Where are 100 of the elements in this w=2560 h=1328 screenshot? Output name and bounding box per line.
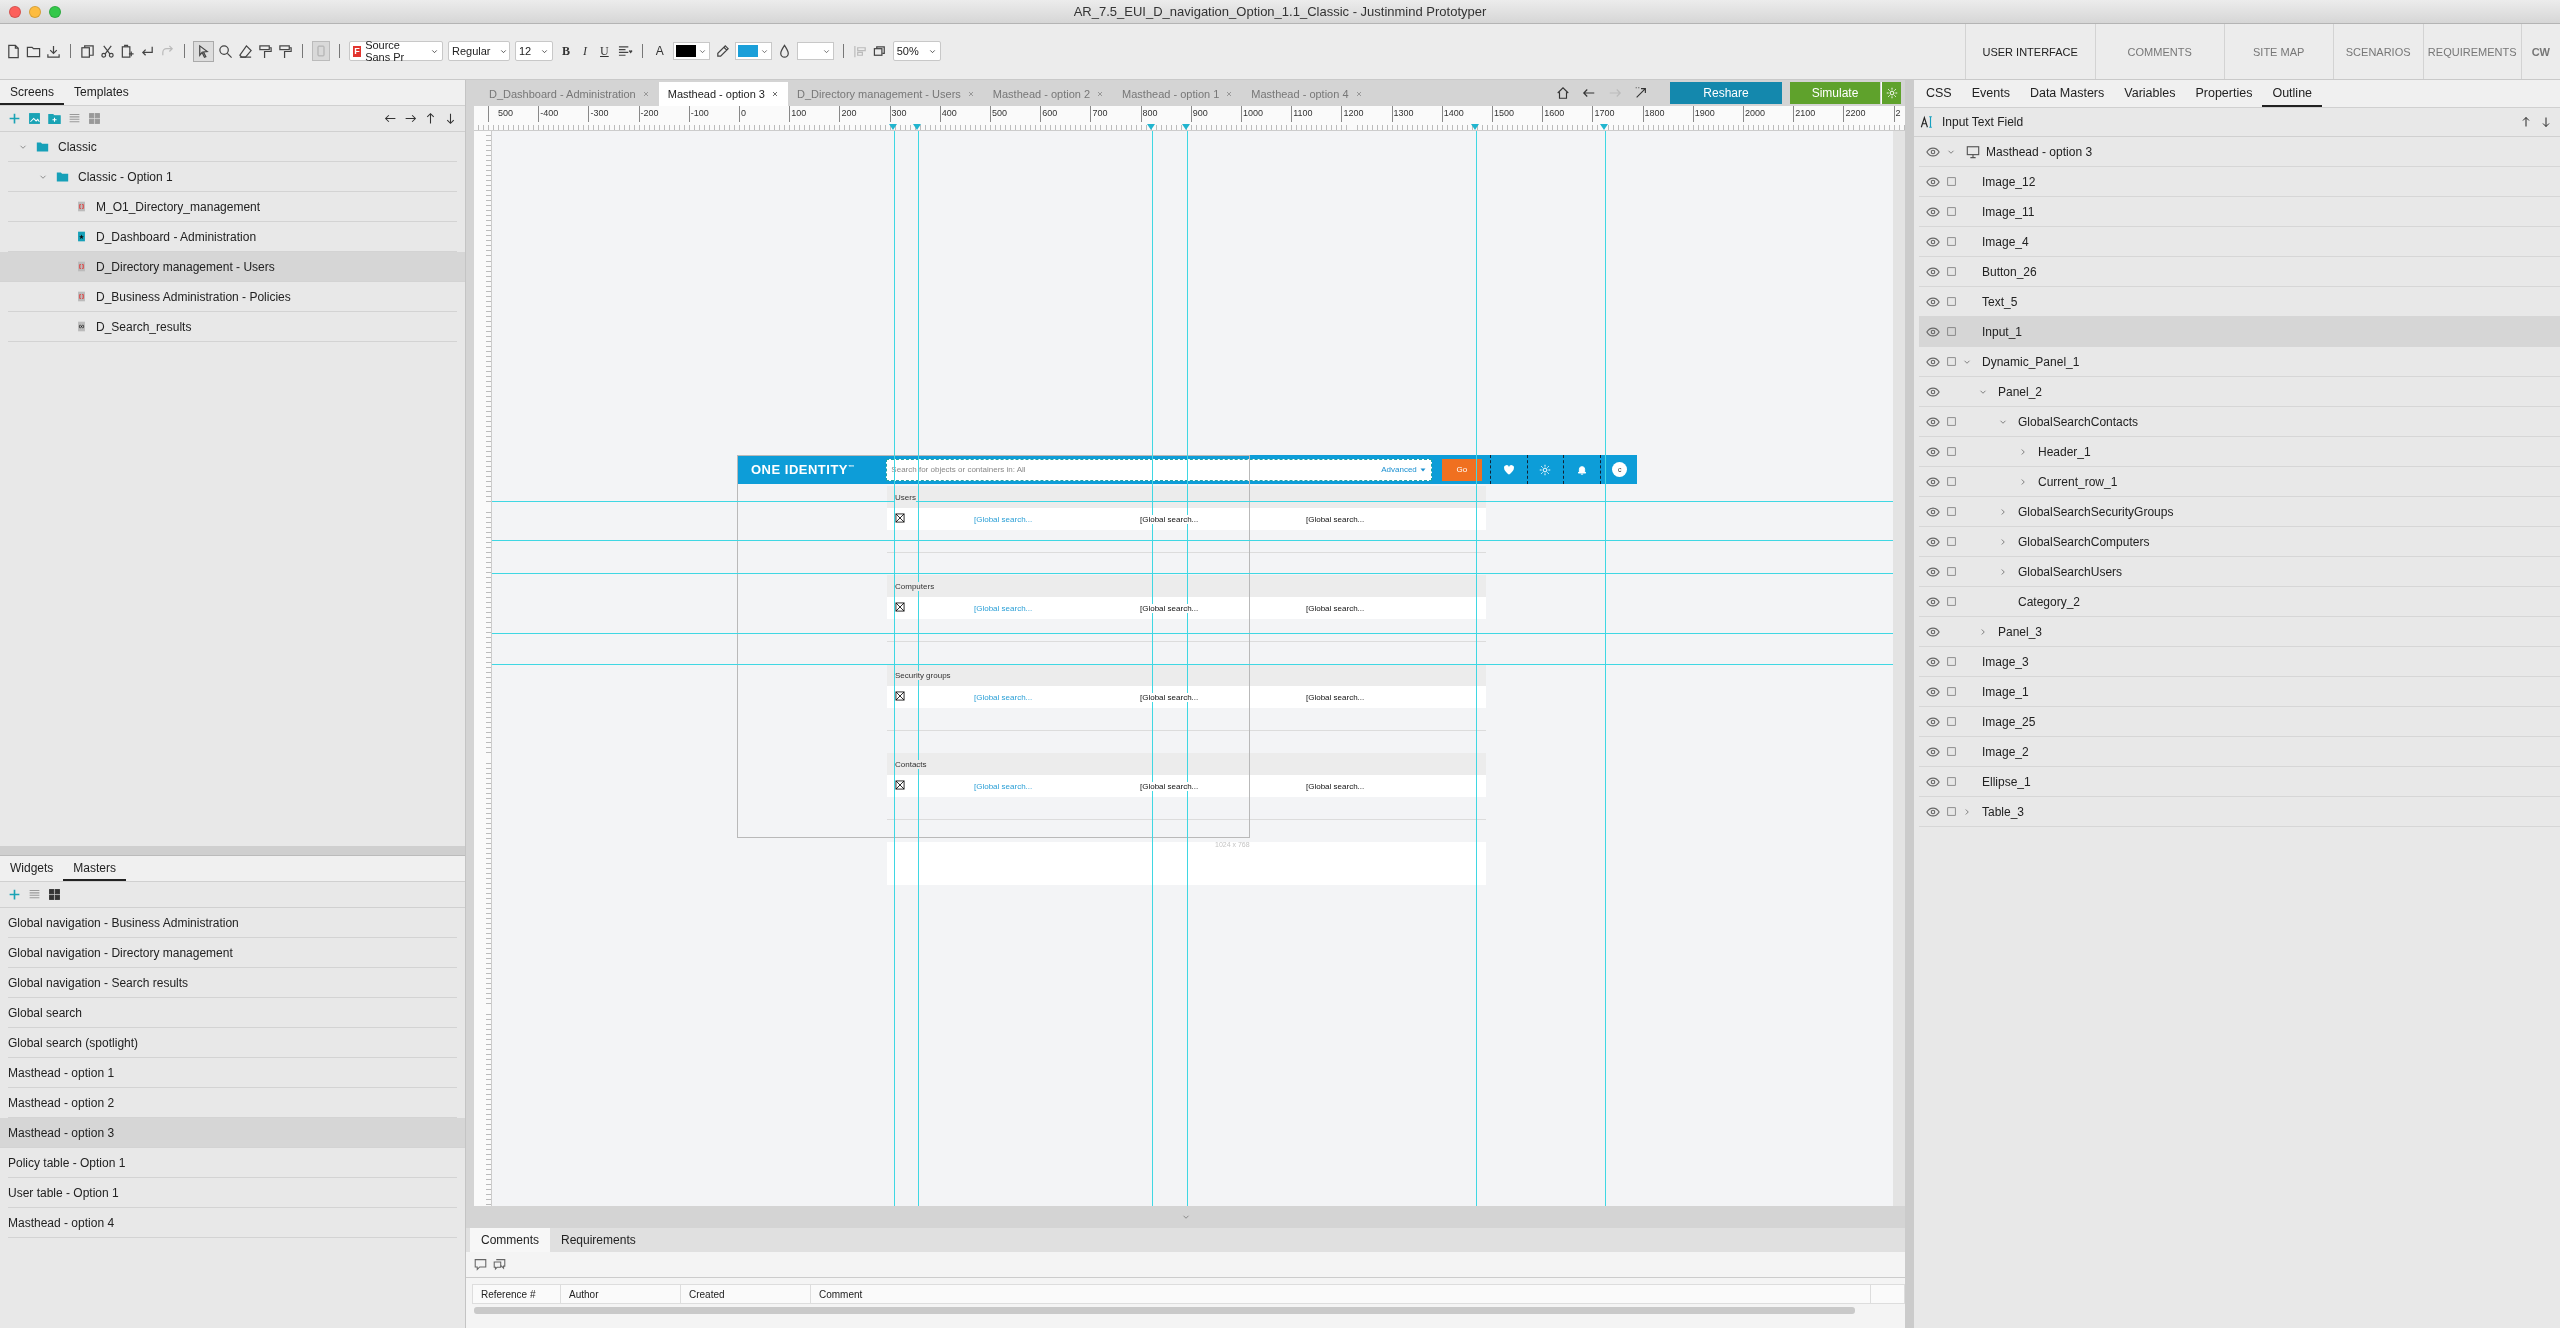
outline-item[interactable]: GlobalSearchUsers: [1919, 557, 2560, 587]
minimize-button[interactable]: [29, 5, 41, 18]
tab[interactable]: Comments: [470, 1228, 550, 1252]
home-icon[interactable]: [1556, 86, 1570, 100]
settings-icon[interactable]: [1539, 463, 1552, 476]
tree-item[interactable]: D_Search_results: [8, 312, 457, 342]
scrollbar[interactable]: [1893, 131, 1905, 1206]
tree-item[interactable]: M_O1_Directory_management: [8, 192, 457, 222]
visibility-icon[interactable]: [1926, 744, 1940, 759]
pen-icon[interactable]: [714, 43, 730, 59]
outline-item[interactable]: Image_4: [1919, 227, 2560, 257]
master-item[interactable]: Global search (spotlight): [8, 1028, 457, 1058]
column-header[interactable]: Comment: [811, 1285, 1871, 1303]
visibility-icon[interactable]: [1926, 294, 1940, 309]
tab[interactable]: Data Masters: [2019, 80, 2115, 107]
checkbox[interactable]: [1945, 686, 1957, 697]
outline-item[interactable]: Panel_2: [1919, 377, 2560, 407]
tab[interactable]: Screens: [0, 80, 65, 105]
settings-button[interactable]: [1881, 82, 1901, 104]
line-color-dropdown[interactable]: [734, 42, 772, 60]
checkbox[interactable]: [1945, 206, 1957, 217]
pointer-icon[interactable]: [194, 41, 213, 61]
perspective-tab[interactable]: COMMENTS: [2094, 24, 2224, 79]
add-comment-icon[interactable]: [474, 1258, 487, 1271]
copy-icon[interactable]: [80, 43, 95, 59]
visibility-icon[interactable]: [1926, 324, 1940, 339]
fill-color-dropdown[interactable]: [796, 42, 834, 60]
visibility-icon[interactable]: [1926, 684, 1940, 699]
visibility-icon[interactable]: [1926, 654, 1940, 669]
paint-roller-icon[interactable]: [278, 43, 293, 59]
checkbox[interactable]: [1945, 806, 1957, 817]
visibility-icon[interactable]: [1926, 264, 1940, 279]
outline-item[interactable]: Image_11: [1919, 197, 2560, 227]
master-item[interactable]: Global search: [8, 998, 457, 1028]
master-item[interactable]: Masthead - option 3: [0, 1118, 465, 1148]
outline-item[interactable]: Image_12: [1919, 167, 2560, 197]
checkbox[interactable]: [1945, 596, 1957, 607]
outline-item[interactable]: Current_row_1: [1919, 467, 2560, 497]
checkbox[interactable]: [1945, 236, 1957, 247]
tab[interactable]: CSS: [1916, 80, 1962, 107]
checkbox[interactable]: [1945, 266, 1957, 277]
checkbox[interactable]: [1945, 536, 1957, 547]
checkbox[interactable]: [1945, 326, 1957, 337]
outline-item[interactable]: Input_1: [1919, 317, 2560, 347]
panel-splitter[interactable]: [0, 846, 465, 856]
outline-item[interactable]: Image_25: [1919, 707, 2560, 737]
document-tab[interactable]: Masthead - option 3: [658, 82, 788, 106]
tree-item[interactable]: D_Directory management - Users: [0, 252, 465, 282]
close-button[interactable]: [9, 5, 21, 18]
outline-item[interactable]: Table_3: [1919, 797, 2560, 827]
visibility-icon[interactable]: [1926, 774, 1940, 789]
perspective-tab[interactable]: SCENARIOS: [2332, 24, 2423, 79]
column-header[interactable]: Reference #: [473, 1285, 561, 1303]
bold-button[interactable]: B: [558, 43, 574, 59]
master-item[interactable]: Global navigation - Business Administration: [8, 908, 457, 938]
master-item[interactable]: Global navigation - Search results: [8, 968, 457, 998]
layers-icon[interactable]: [872, 43, 888, 59]
checkbox[interactable]: [1945, 716, 1957, 727]
visibility-icon[interactable]: [1926, 564, 1940, 579]
visibility-icon[interactable]: [1926, 624, 1940, 639]
column-header[interactable]: Author: [561, 1285, 681, 1303]
outline-item[interactable]: Image_1: [1919, 677, 2560, 707]
tab[interactable]: Variables: [2114, 80, 2186, 107]
visibility-icon[interactable]: [1926, 594, 1940, 609]
underline-button[interactable]: U: [596, 43, 613, 59]
add-icon[interactable]: [8, 112, 21, 125]
outline-item[interactable]: Image_2: [1919, 737, 2560, 767]
advanced-dropdown[interactable]: Advanced: [1381, 465, 1427, 474]
visibility-icon[interactable]: [1926, 534, 1940, 549]
image-icon[interactable]: [28, 112, 41, 125]
weight-dropdown[interactable]: Regular: [448, 41, 510, 61]
bell-icon[interactable]: [1576, 463, 1589, 476]
checkbox[interactable]: [1945, 296, 1957, 307]
tree-item[interactable]: D_Business Administration - Policies: [8, 282, 457, 312]
grid-view-icon[interactable]: [48, 888, 61, 901]
checkbox[interactable]: [1945, 176, 1957, 187]
tab[interactable]: Properties: [2185, 80, 2263, 107]
reshare-button[interactable]: Reshare: [1670, 82, 1782, 104]
list-view-icon[interactable]: [68, 112, 81, 125]
comments-icon[interactable]: [493, 1258, 506, 1271]
search-icon[interactable]: [218, 43, 233, 59]
perspective-tab[interactable]: USER INTERFACE: [1964, 24, 2095, 79]
tab[interactable]: Requirements: [550, 1228, 647, 1252]
master-item[interactable]: Masthead - option 1: [8, 1058, 457, 1088]
italic-button[interactable]: I: [579, 43, 591, 59]
new-page-icon[interactable]: [6, 43, 21, 59]
visibility-icon[interactable]: [1926, 174, 1940, 189]
master-item[interactable]: Policy table - Option 1: [8, 1148, 457, 1178]
download-icon[interactable]: [46, 43, 61, 59]
forward-icon[interactable]: [1608, 86, 1622, 100]
visibility-icon[interactable]: [1926, 384, 1940, 399]
checkbox[interactable]: [1945, 476, 1957, 487]
visibility-icon[interactable]: [1926, 414, 1940, 429]
tree-item[interactable]: Classic - Option 1: [8, 162, 457, 192]
arrow-up-icon[interactable]: [424, 112, 437, 125]
cut-icon[interactable]: [100, 43, 115, 59]
outline-item[interactable]: Image_3: [1919, 647, 2560, 677]
add-icon[interactable]: [8, 888, 21, 901]
device-button[interactable]: [312, 41, 330, 61]
outline-item[interactable]: GlobalSearchContacts: [1919, 407, 2560, 437]
